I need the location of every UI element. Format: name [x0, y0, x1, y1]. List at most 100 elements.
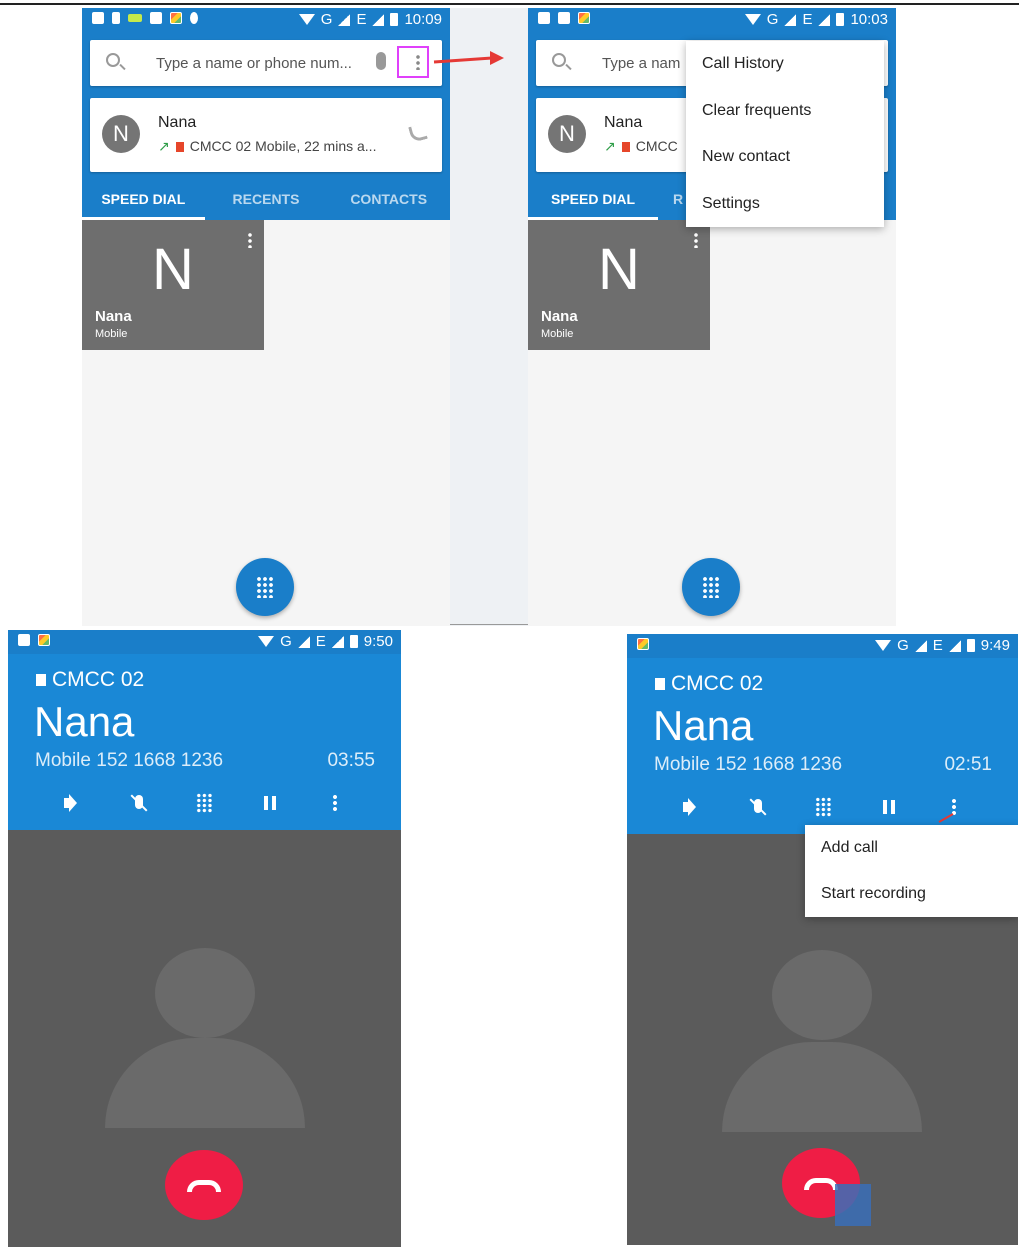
status-time: 10:03	[850, 11, 888, 28]
tile-type: Mobile	[95, 328, 128, 340]
avatar: N	[102, 115, 140, 153]
tile-more-icon[interactable]	[248, 232, 252, 248]
battery-icon	[966, 639, 975, 652]
sim-name: CMCC 02	[671, 672, 764, 695]
dialpad-button[interactable]	[236, 558, 294, 616]
menu-item-clear-frequents[interactable]: Clear frequents	[686, 88, 884, 135]
tile-more-icon[interactable]	[694, 232, 698, 248]
wifi-icon	[258, 636, 275, 647]
wifi-icon	[875, 640, 892, 651]
outgoing-call-icon: ↗	[604, 138, 616, 154]
mute-button[interactable]	[747, 796, 769, 818]
more-icon	[333, 794, 337, 812]
network-type-label: G	[280, 633, 292, 650]
dialpad-icon	[256, 576, 274, 598]
red-arrow-annotation	[938, 813, 954, 823]
contact-silhouette-head	[155, 948, 255, 1038]
sim-label: CMCC 02	[36, 668, 144, 692]
phone-icon[interactable]	[408, 123, 428, 143]
end-call-button[interactable]	[165, 1150, 243, 1220]
status-time: 9:50	[363, 633, 393, 650]
tab-speed-dial[interactable]: SPEED DIAL	[528, 182, 658, 220]
outgoing-call-icon: ↗	[158, 138, 170, 154]
signal-icon	[784, 13, 797, 26]
debug-icon	[190, 12, 198, 24]
contact-silhouette-head	[772, 950, 872, 1040]
tab-speed-dial[interactable]: SPEED DIAL	[82, 182, 205, 220]
app-notification-icon	[578, 12, 590, 24]
status-bar: G E 10:09	[82, 8, 450, 32]
sim-icon	[655, 678, 665, 690]
recent-contact-name: Nana	[158, 114, 197, 131]
menu-item-new-contact[interactable]: New contact	[686, 134, 884, 181]
call-controls	[8, 792, 401, 820]
mic-icon[interactable]	[376, 52, 386, 70]
tab-recents[interactable]: RECENTS	[205, 182, 328, 220]
speed-dial-tile[interactable]: N Nana Mobile	[82, 220, 264, 350]
menu-item-start-recording[interactable]: Start recording	[805, 871, 1018, 917]
caller-number: Mobile 152 1668 1236	[654, 754, 843, 775]
app-notification-icon	[170, 12, 182, 24]
highlight-annotation	[397, 46, 429, 78]
avatar: N	[548, 115, 586, 153]
speaker-icon	[683, 798, 696, 816]
battery-icon	[836, 13, 845, 26]
tab-contacts[interactable]: CONTACTS	[327, 182, 450, 220]
speed-dial-tile[interactable]: N Nana Mobile	[528, 220, 710, 350]
overflow-menu: Call History Clear frequents New contact…	[686, 41, 884, 227]
call-header: CMCC 02 Nana Mobile 152 1668 1236 02:51	[627, 658, 1018, 834]
call-duration: 03:55	[327, 750, 375, 771]
status-time: 9:49	[980, 637, 1010, 654]
sim-icon	[175, 142, 184, 152]
search-input[interactable]: Type a nam	[602, 55, 680, 72]
keypad-button[interactable]	[812, 796, 834, 818]
tile-letter: N	[598, 237, 640, 302]
speaker-button[interactable]	[62, 792, 84, 814]
keypad-icon	[815, 797, 832, 817]
usb-icon	[112, 12, 120, 24]
tab-bar: SPEED DIAL RECENTS CONTACTS	[82, 182, 450, 220]
recent-call-details: ↗ CMCC	[604, 138, 678, 155]
recording-overlay-icon	[835, 1184, 871, 1226]
speaker-button[interactable]	[681, 796, 703, 818]
signal-icon-2	[372, 13, 385, 26]
network-type-label: G	[766, 11, 779, 28]
network-type-label-2: E	[932, 637, 943, 654]
tile-type: Mobile	[541, 328, 574, 340]
page-top-rule	[0, 3, 1019, 5]
recent-call-card[interactable]: N Nana ↗ CMCC 02 Mobile, 22 mins a...	[90, 98, 442, 172]
speaker-icon	[64, 794, 77, 812]
network-type-label-2: E	[802, 11, 813, 28]
menu-item-add-call[interactable]: Add call	[805, 825, 1018, 871]
signal-icon	[914, 639, 927, 652]
keypad-icon	[196, 793, 213, 813]
menu-item-call-history[interactable]: Call History	[686, 41, 884, 88]
more-button[interactable]	[324, 792, 346, 814]
mute-button[interactable]	[128, 792, 150, 814]
menu-item-settings[interactable]: Settings	[686, 181, 884, 228]
end-call-icon	[187, 1180, 221, 1192]
status-time: 10:09	[404, 11, 442, 28]
pause-icon	[883, 800, 895, 814]
status-bar: G E 10:03	[528, 8, 896, 32]
keypad-button[interactable]	[193, 792, 215, 814]
app-notification-icon	[637, 638, 649, 650]
in-call-screen-2: G E 9:49 CMCC 02 Nana Mobile 152 1668 12…	[627, 634, 1018, 1245]
sim-name: CMCC 02	[52, 668, 145, 691]
hold-button[interactable]	[878, 796, 900, 818]
signal-icon	[297, 635, 310, 648]
recent-contact-name: Nana	[604, 114, 643, 131]
search-box[interactable]: Type a name or phone num...	[90, 40, 442, 86]
recent-call-details: ↗ CMCC 02 Mobile, 22 mins a...	[158, 138, 376, 155]
hold-button[interactable]	[259, 792, 281, 814]
sd-card-icon	[92, 12, 104, 24]
image-icon	[18, 634, 30, 646]
network-type-label-2: E	[356, 11, 367, 28]
recent-call-text: CMCC	[635, 138, 678, 154]
dialpad-button[interactable]	[682, 558, 740, 616]
search-icon	[552, 53, 566, 67]
sim-icon	[621, 142, 630, 152]
search-input[interactable]: Type a name or phone num...	[156, 55, 352, 72]
wifi-icon	[298, 14, 315, 25]
pause-icon	[264, 796, 276, 810]
